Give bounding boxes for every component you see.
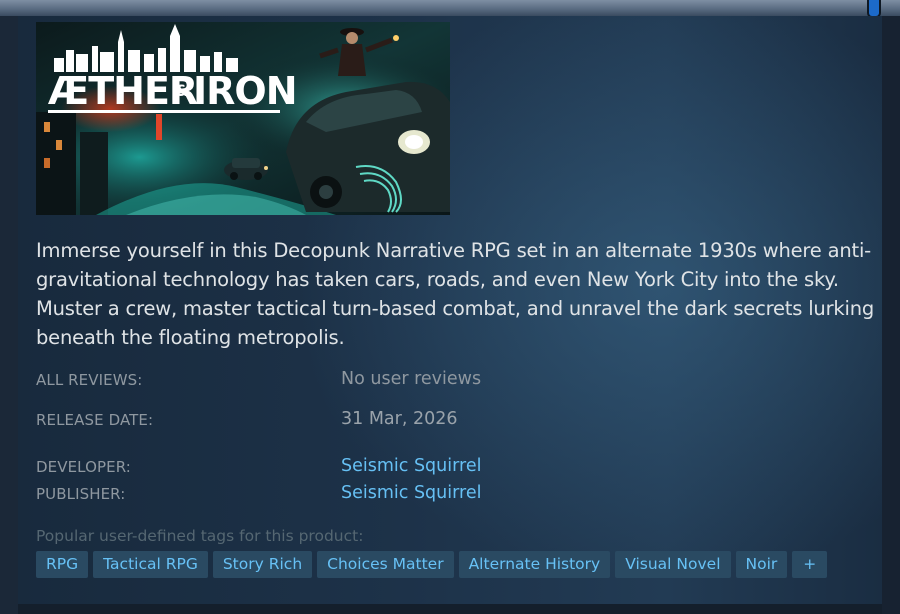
logo-text-right: IRON	[193, 69, 297, 113]
release-date-value: 31 Mar, 2026	[341, 409, 458, 429]
tag-tactical-rpg[interactable]: Tactical RPG	[93, 551, 208, 578]
tag-choices-matter[interactable]: Choices Matter	[317, 551, 454, 578]
tag-list: RPG Tactical RPG Story Rich Choices Matt…	[36, 551, 828, 578]
publisher-label: PUBLISHER:	[36, 485, 126, 503]
tags-heading: Popular user-defined tags for this produ…	[36, 527, 364, 545]
developer-link[interactable]: Seismic Squirrel	[341, 456, 481, 476]
all-reviews-value: No user reviews	[341, 369, 482, 389]
publisher-link[interactable]: Seismic Squirrel	[341, 483, 481, 503]
tag-rpg[interactable]: RPG	[36, 551, 89, 578]
header-art: ÆTHER & IRON	[36, 22, 450, 215]
tag-alternate-history[interactable]: Alternate History	[458, 551, 611, 578]
all-reviews-label: ALL REVIEWS:	[36, 371, 143, 389]
panel-bottom-edge	[18, 604, 882, 614]
store-page: ÆTHER & IRON Immerse yourself in this De…	[0, 0, 900, 614]
release-date-label: RELEASE DATE:	[36, 411, 154, 429]
tag-story-rich[interactable]: Story Rich	[212, 551, 313, 578]
add-tag-button[interactable]: +	[792, 551, 828, 578]
tag-noir[interactable]: Noir	[735, 551, 788, 578]
game-header-image[interactable]: ÆTHER & IRON	[36, 22, 450, 215]
developer-label: DEVELOPER:	[36, 458, 131, 476]
tag-visual-novel[interactable]: Visual Novel	[615, 551, 731, 578]
game-description: Immerse yourself in this Decopunk Narrat…	[36, 239, 875, 349]
right-gutter	[882, 16, 900, 614]
logo-text-amp: &	[175, 81, 189, 100]
top-strip	[0, 0, 900, 16]
